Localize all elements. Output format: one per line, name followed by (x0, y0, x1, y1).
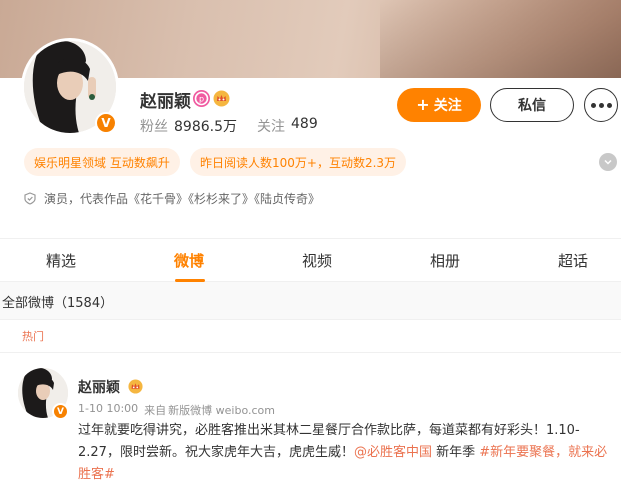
shield-icon (24, 192, 36, 205)
verified-v-icon: V (95, 112, 117, 134)
tab-album[interactable]: 相册 (430, 250, 460, 271)
hot-label: 热门 (22, 330, 44, 343)
mention-link[interactable]: @必胜客中国 (354, 445, 432, 460)
divider (0, 352, 621, 353)
fans-label: 粉丝 (140, 119, 168, 135)
plus-icon: + (416, 95, 430, 114)
post-body-mid: 新年季 (431, 445, 480, 460)
follow-button[interactable]: + 关注 (397, 88, 481, 122)
profile-stats: 粉丝 8986.5万 关注 489 (140, 116, 318, 136)
follow-label: 关注 (433, 98, 462, 114)
vip-crown-icon[interactable] (213, 90, 230, 107)
post-source-prefix: 来自 (144, 404, 167, 417)
description-text: 演员，代表作品《花千骨》《杉杉来了》《陆贞传奇》 (44, 192, 321, 206)
tab-weibo[interactable]: 微博 (174, 250, 204, 271)
verified-v-icon: V (52, 403, 69, 420)
svg-text:p: p (199, 95, 204, 104)
post-time[interactable]: 1-10 10:00 (78, 402, 138, 418)
following-count[interactable]: 489 (291, 116, 318, 136)
tag-domain[interactable]: 娱乐明星领域 互动数飙升 (24, 148, 180, 176)
vip-crown-icon (128, 379, 143, 394)
post-author[interactable]: 赵丽颖 (78, 377, 143, 397)
fans-count[interactable]: 8986.5万 (174, 116, 237, 136)
tab-supertopic[interactable]: 超话 (558, 250, 588, 271)
post-text: 过年就要吃得讲究，必胜客推出米其林二星餐厅合作款比萨，每道菜都有好彩头！1.10… (78, 420, 618, 486)
all-weibo-header[interactable]: 全部微博（1584） (0, 282, 621, 320)
following-label: 关注 (257, 119, 285, 135)
tag-reads[interactable]: 昨日阅读人数100万+，互动数2.3万 (190, 148, 407, 176)
cover-sheen (380, 0, 621, 78)
tab-featured[interactable]: 精选 (46, 250, 76, 271)
p-badge-icon[interactable]: p (193, 90, 210, 107)
post-source[interactable]: 新版微博 weibo.com (168, 402, 275, 418)
post-meta: 1-10 10:00 来自 新版微博 weibo.com (78, 402, 275, 418)
more-dots-icon[interactable] (584, 88, 618, 122)
profile-name: 赵丽颖 (140, 92, 191, 112)
chevron-down-icon[interactable] (599, 153, 617, 171)
tab-videos[interactable]: 视频 (302, 250, 332, 271)
message-button[interactable]: 私信 (490, 88, 574, 122)
profile-tabs: 精选 微博 视频 相册 超话 (0, 238, 621, 282)
profile-description: 演员，代表作品《花千骨》《杉杉来了》《陆贞传奇》 (24, 190, 320, 207)
post-author-name[interactable]: 赵丽颖 (78, 380, 120, 396)
